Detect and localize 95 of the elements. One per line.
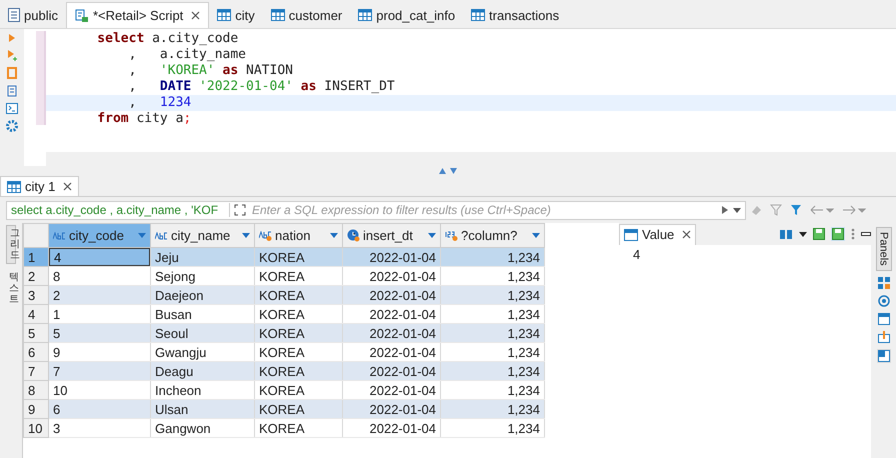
value-tab[interactable]: Value (619, 224, 696, 244)
result-tab-label: city 1 (25, 179, 56, 194)
table-cell: Ulsan (150, 400, 254, 418)
row-number[interactable]: 4 (24, 304, 48, 324)
circle-icon[interactable] (878, 294, 890, 307)
panel-icon (624, 228, 638, 240)
table-cell: 2022-01-04 (342, 248, 440, 266)
editor-tab[interactable]: city (209, 2, 263, 28)
column-header[interactable]: city_name (150, 224, 254, 248)
table-cell: Seoul (150, 324, 254, 342)
table-cell: 2022-01-04 (342, 362, 440, 380)
result-tab[interactable]: city 1 (0, 176, 80, 196)
close-icon[interactable] (191, 11, 200, 20)
query-text: select a.city_code , a.city_name , 'KOF (11, 203, 230, 217)
text-type-icon (259, 230, 272, 240)
back-icon[interactable] (810, 205, 834, 215)
panels-tab[interactable]: Panels (876, 227, 892, 271)
column-header[interactable]: ?column? (440, 224, 544, 248)
close-icon[interactable] (682, 230, 692, 239)
table-cell: KOREA (254, 286, 342, 304)
expand-icon[interactable] (234, 204, 246, 216)
table-cell: 2022-01-04 (342, 418, 440, 438)
table-cell: Gangwon (150, 418, 254, 438)
table-cell: KOREA (254, 362, 342, 380)
minimize-icon[interactable] (861, 232, 871, 236)
row-number[interactable]: 10 (24, 418, 48, 438)
collapse-icon[interactable] (438, 168, 458, 174)
code-line: from city a; (96, 111, 192, 127)
table-cell: Deagu (150, 362, 254, 380)
code-line: , DATE '2022-01-04' as INSERT_DT (128, 79, 396, 95)
row-number[interactable]: 8 (24, 380, 48, 400)
code-line: select a.city_code (96, 31, 240, 47)
script-icon (74, 8, 89, 22)
save-icon[interactable] (831, 227, 845, 241)
dropdown-icon[interactable] (799, 232, 807, 236)
editor-tab[interactable]: prod_cat_info (350, 2, 464, 28)
grid-icon[interactable] (878, 276, 890, 289)
table-cell: 2022-01-04 (342, 400, 440, 418)
table-cell: KOREA (254, 324, 342, 342)
play-icon[interactable] (721, 205, 729, 215)
column-header[interactable]: insert_dt (342, 224, 440, 248)
table-cell: 4 (48, 248, 150, 266)
column-header[interactable]: city_code (48, 224, 150, 248)
more-icon[interactable] (851, 228, 855, 240)
code-line: , 'KOREA' as NATION (128, 63, 294, 79)
table-cell: 3 (48, 418, 150, 438)
save-icon[interactable] (813, 228, 825, 240)
table-cell: Jeju (150, 248, 254, 266)
run-icon[interactable] (7, 33, 17, 43)
panel-icon[interactable] (876, 348, 890, 363)
close-icon[interactable] (63, 182, 72, 191)
editor-tab[interactable]: customer (262, 2, 350, 28)
row-number[interactable]: 7 (24, 362, 48, 380)
number-type-icon (445, 230, 458, 240)
filter-field[interactable]: select a.city_code , a.city_name , 'KOF Enter a SQL expression to filter results (use Ctrl+Space) (6, 200, 746, 220)
table-cell: KOREA (254, 400, 342, 418)
filter-icon[interactable] (790, 204, 802, 216)
table-cell: Daejeon (150, 286, 254, 304)
table-cell: 7 (48, 362, 150, 380)
text-type-icon (53, 232, 66, 240)
table-cell: KOREA (254, 418, 342, 438)
value-text: 4 (619, 245, 871, 458)
table-cell: 1,234 (440, 400, 544, 418)
table-cell: 1,234 (440, 286, 544, 304)
table-cell: KOREA (254, 248, 342, 266)
document-icon[interactable] (7, 85, 17, 97)
dropdown-icon[interactable] (733, 208, 741, 212)
editor-tab[interactable]: *<Retail> Script (66, 2, 210, 28)
table-cell: 5 (48, 324, 150, 342)
filter-input[interactable]: Enter a SQL expression to filter results (use Ctrl+Space) (250, 202, 717, 218)
row-number[interactable]: 9 (24, 400, 48, 418)
table-cell: 1,234 (440, 248, 544, 266)
table-cell: 2 (48, 286, 150, 304)
row-number[interactable]: 2 (24, 266, 48, 286)
run-plus-icon[interactable] (6, 49, 18, 61)
row-number[interactable]: 3 (24, 286, 48, 304)
row-number[interactable]: 6 (24, 342, 48, 362)
table-cell: 2022-01-04 (342, 324, 440, 342)
forward-icon[interactable] (842, 205, 866, 215)
row-number[interactable]: 5 (24, 324, 48, 342)
table-cell: 1,234 (440, 324, 544, 342)
editor-tab[interactable]: public (0, 2, 66, 28)
editor-tab[interactable]: transactions (463, 2, 568, 28)
table-cell: 1,234 (440, 362, 544, 380)
clock-icon (347, 229, 360, 242)
table-cell: 2022-01-04 (342, 286, 440, 304)
code-line: , a.city_name (128, 47, 248, 63)
table-cell: 6 (48, 400, 150, 418)
column-header[interactable]: nation (254, 224, 342, 248)
row-number[interactable]: 1 (24, 248, 48, 266)
terminal-icon[interactable] (6, 103, 18, 114)
view-tab[interactable]: 텍스트 (6, 270, 16, 307)
text-type-icon (155, 232, 168, 240)
document-icon (8, 8, 20, 22)
table-cell: 1,234 (440, 418, 544, 438)
